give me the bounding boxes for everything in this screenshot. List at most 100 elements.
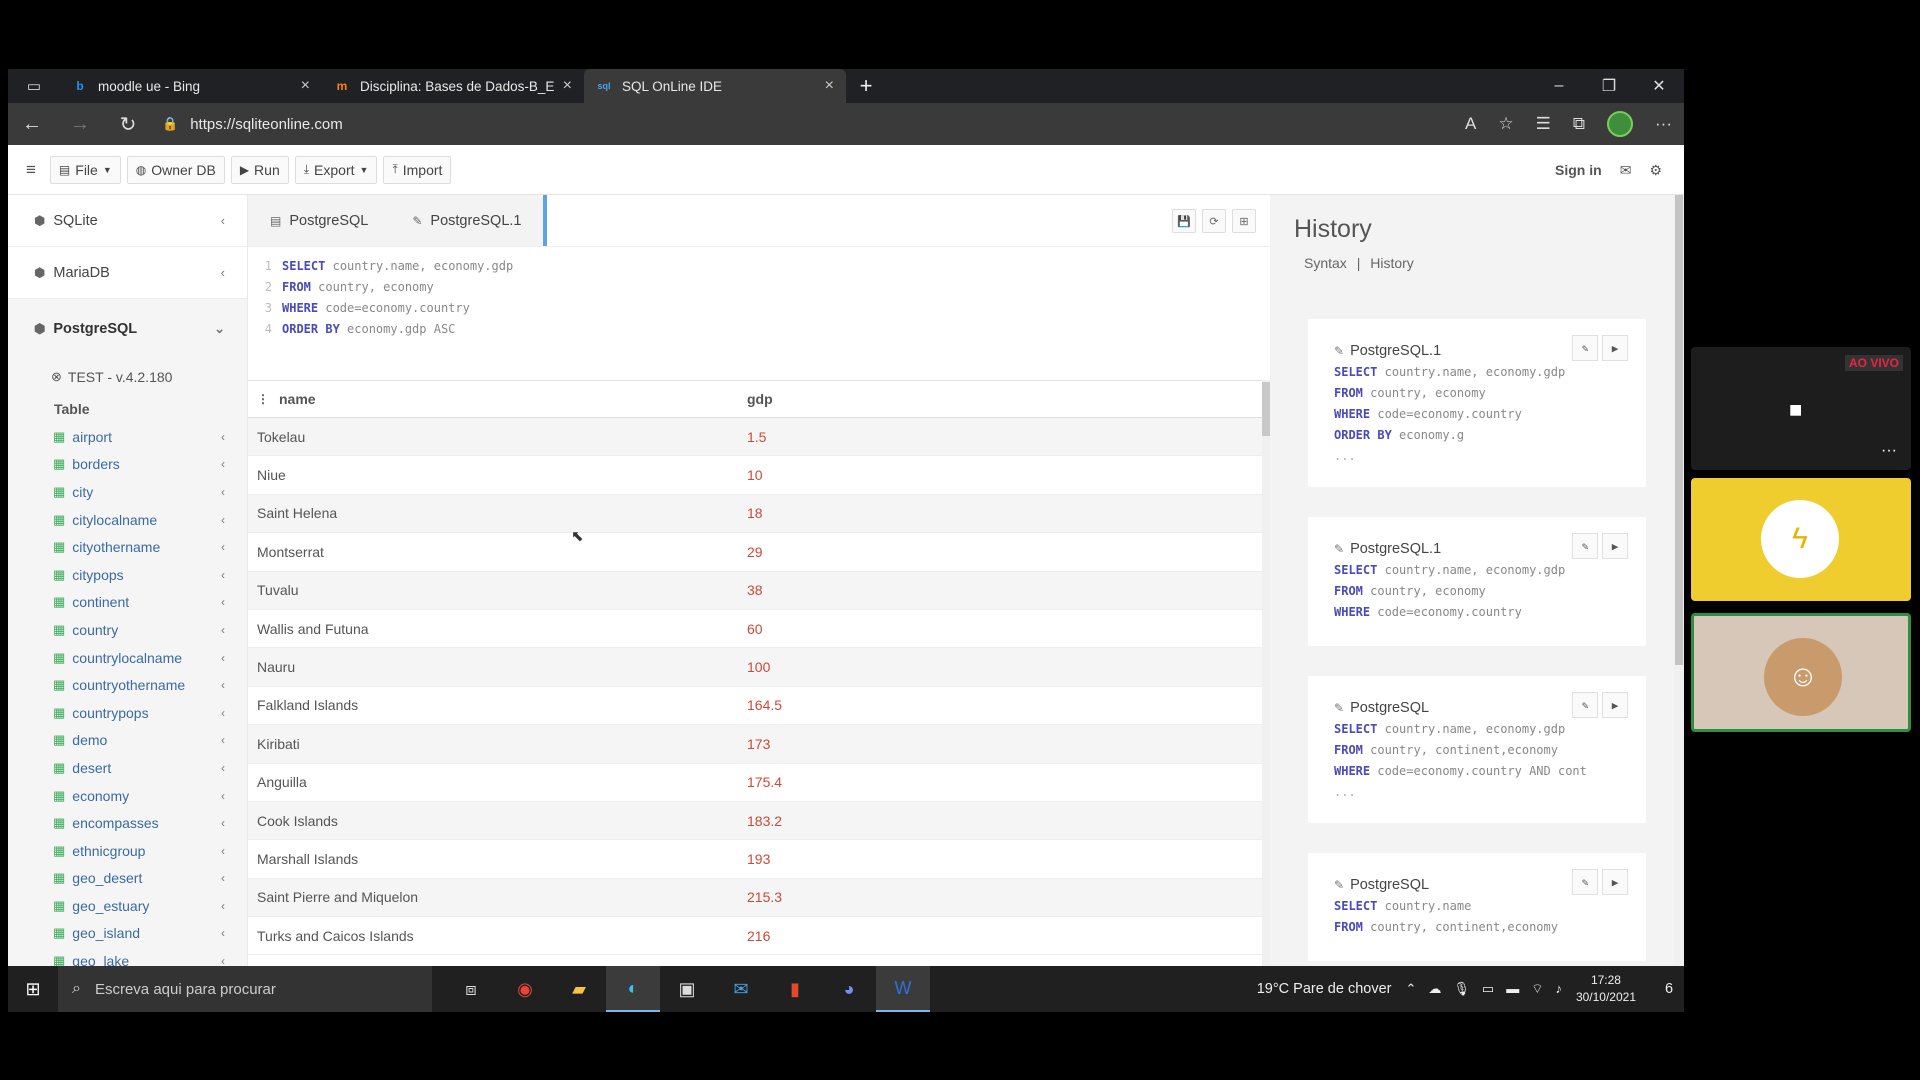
- scrollbar-thumb[interactable]: [1675, 195, 1683, 665]
- close-tab-icon[interactable]: ×: [301, 77, 310, 95]
- sidebar-table-item[interactable]: ▦ economy ‹: [8, 781, 247, 810]
- edit-icon[interactable]: ✎: [1572, 692, 1598, 718]
- office-icon[interactable]: ▮: [768, 966, 822, 1012]
- sidebar-table-item[interactable]: ▦ airport ‹: [8, 423, 247, 451]
- onedrive-icon[interactable]: ☁: [1428, 981, 1441, 997]
- video-tile-speaker[interactable]: ☺: [1691, 613, 1911, 732]
- scrollbar-thumb[interactable]: [1262, 382, 1270, 436]
- owner-db-button[interactable]: ◍ Owner DB: [126, 155, 225, 184]
- refresh-icon[interactable]: ⟳: [1202, 209, 1226, 233]
- sidebar-table-item[interactable]: ▦ geo_estuary ‹: [8, 892, 247, 920]
- browser-tab-bing[interactable]: b moodle ue - Bing ×: [60, 69, 322, 103]
- microphone-icon[interactable]: 🎙: [1453, 981, 1470, 997]
- battery-icon[interactable]: ▬: [1506, 981, 1519, 997]
- mail-app-icon[interactable]: ✉: [714, 966, 768, 1012]
- add-tab-icon[interactable]: ⊞: [1232, 209, 1256, 233]
- column-header-name[interactable]: ⋮ name: [248, 391, 738, 407]
- read-aloud-icon[interactable]: A: [1465, 114, 1476, 134]
- play-icon[interactable]: ▶: [1602, 533, 1628, 559]
- table-row[interactable]: Niue 10: [248, 456, 1270, 495]
- windows-start-icon[interactable]: ⊞: [8, 979, 58, 1000]
- tab-actions-icon[interactable]: ▭: [8, 69, 60, 103]
- add-favorite-icon[interactable]: ☆: [1498, 114, 1513, 134]
- sidebar-table-item[interactable]: ▦ demo ‹: [8, 726, 247, 755]
- volume-icon[interactable]: ♪: [1555, 981, 1562, 997]
- file-explorer-icon[interactable]: ▰: [552, 966, 606, 1012]
- discord-icon[interactable]: ◕: [822, 966, 876, 1012]
- minimize-icon[interactable]: –: [1534, 69, 1584, 103]
- close-tab-icon[interactable]: ×: [563, 77, 572, 95]
- chrome-icon[interactable]: ◉: [498, 966, 552, 1012]
- sidebar-table-item[interactable]: ▦ countrypops ‹: [8, 698, 247, 727]
- video-tile-participant[interactable]: ϟ: [1691, 478, 1911, 601]
- mail-icon[interactable]: ✉: [1620, 162, 1632, 179]
- browser-tab-sqlonline[interactable]: sql SQL OnLine IDE ×: [584, 69, 846, 103]
- edit-icon[interactable]: ✎: [1572, 869, 1598, 895]
- sidebar-table-item[interactable]: ▦ city ‹: [8, 478, 247, 506]
- history-scrollbar[interactable]: [1674, 195, 1684, 1012]
- history-link[interactable]: History: [1370, 255, 1414, 271]
- table-row[interactable]: Tokelau 1.5: [248, 418, 1270, 457]
- sidebar-table-item[interactable]: ▦ citypops ‹: [8, 560, 247, 589]
- column-header-gdp[interactable]: gdp: [738, 391, 1258, 407]
- store-icon[interactable]: ▣: [660, 966, 714, 1012]
- video-tile-screen-share[interactable]: AO VIVO ■ ···: [1691, 347, 1911, 470]
- new-tab-icon[interactable]: +: [846, 73, 886, 99]
- table-row[interactable]: Marshall Islands 193: [248, 840, 1270, 879]
- table-row[interactable]: Anguilla 175.4: [248, 764, 1270, 802]
- sign-in-link[interactable]: Sign in: [1555, 162, 1602, 178]
- table-row[interactable]: Tuvalu 38: [248, 571, 1270, 610]
- sql-code-editor[interactable]: 1 SELECT country.name, economy.gdp 2 FROM c…: [248, 247, 1270, 380]
- sidebar-table-item[interactable]: ▦ geo_desert ‹: [8, 864, 247, 893]
- table-row[interactable]: Saint Helena 18: [248, 494, 1270, 534]
- browser-tab-moodle[interactable]: m Disciplina: Bases de Dados-B_EIN ×: [322, 69, 584, 103]
- tab-postgresql[interactable]: ▤ PostgreSQL: [248, 195, 391, 246]
- collections-icon[interactable]: ⧉: [1573, 114, 1585, 134]
- taskbar-search[interactable]: ⌕ Escreva aqui para procurar: [58, 966, 432, 1012]
- results-scrollbar[interactable]: [1262, 380, 1270, 1012]
- refresh-icon[interactable]: ↻: [104, 112, 152, 137]
- table-row[interactable]: Wallis and Futuna 60: [248, 610, 1270, 649]
- more-icon[interactable]: ···: [1881, 442, 1897, 460]
- weather-widget[interactable]: 19°C Pare de chover: [1257, 981, 1392, 997]
- display-icon[interactable]: ▭: [1482, 981, 1494, 997]
- table-row[interactable]: Turks and Caicos Islands 216: [248, 917, 1270, 956]
- table-row[interactable]: Nauru 100: [248, 648, 1270, 687]
- sidebar-table-item[interactable]: ▦ encompasses ‹: [8, 809, 247, 837]
- table-row[interactable]: Cook Islands 183.2: [248, 801, 1270, 841]
- edge-icon[interactable]: ◐: [606, 966, 660, 1012]
- word-icon[interactable]: W: [876, 966, 930, 1012]
- sidebar-table-item[interactable]: ▦ country ‹: [8, 616, 247, 644]
- play-icon[interactable]: ▶: [1602, 692, 1628, 718]
- sidebar-table-item[interactable]: ▦ continent ‹: [8, 588, 247, 617]
- close-tab-icon[interactable]: ×: [825, 77, 834, 95]
- favorites-icon[interactable]: ☰: [1536, 114, 1551, 134]
- close-circle-icon[interactable]: ⊗: [51, 369, 62, 385]
- run-button[interactable]: ▶ Run: [230, 155, 289, 184]
- row-menu-icon[interactable]: ⋮: [257, 392, 269, 406]
- url-field[interactable]: 🔒 https://sqliteonline.com: [162, 116, 343, 133]
- settings-gear-icon[interactable]: ⚙: [1649, 162, 1662, 179]
- forward-icon[interactable]: →: [56, 113, 104, 136]
- import-button[interactable]: ⤒ Import: [383, 155, 452, 184]
- play-icon[interactable]: ▶: [1602, 869, 1628, 895]
- tab-postgresql-1[interactable]: ✎ PostgreSQL.1: [390, 195, 548, 246]
- table-row[interactable]: Falkland Islands 164.5: [248, 687, 1270, 726]
- back-icon[interactable]: ←: [8, 113, 56, 136]
- table-row[interactable]: Montserrat 29: [248, 533, 1270, 572]
- play-icon[interactable]: ▶: [1602, 335, 1628, 361]
- close-window-icon[interactable]: ✕: [1634, 69, 1684, 103]
- export-button[interactable]: ⤓ Export ▼: [294, 155, 378, 184]
- sidebar-table-item[interactable]: ▦ citylocalname ‹: [8, 505, 247, 534]
- sidebar-db-postgresql[interactable]: ⬢ PostgreSQL ⌄: [8, 299, 247, 359]
- edit-icon[interactable]: ✎: [1572, 335, 1598, 361]
- task-view-icon[interactable]: ⧈: [444, 966, 498, 1012]
- sidebar-table-item[interactable]: ▦ countryothername ‹: [8, 671, 247, 699]
- restore-icon[interactable]: ❐: [1584, 69, 1634, 103]
- sidebar-table-item[interactable]: ▦ borders ‹: [8, 450, 247, 479]
- menu-icon[interactable]: ≡: [26, 160, 36, 180]
- file-menu-button[interactable]: ▤ File ▼: [49, 155, 121, 184]
- notification-center-icon[interactable]: 6: [1654, 981, 1684, 997]
- sidebar-db-mariadb[interactable]: ⬢ MariaDB ‹: [8, 247, 247, 299]
- sidebar-table-item[interactable]: ▦ countrylocalname ‹: [8, 643, 247, 672]
